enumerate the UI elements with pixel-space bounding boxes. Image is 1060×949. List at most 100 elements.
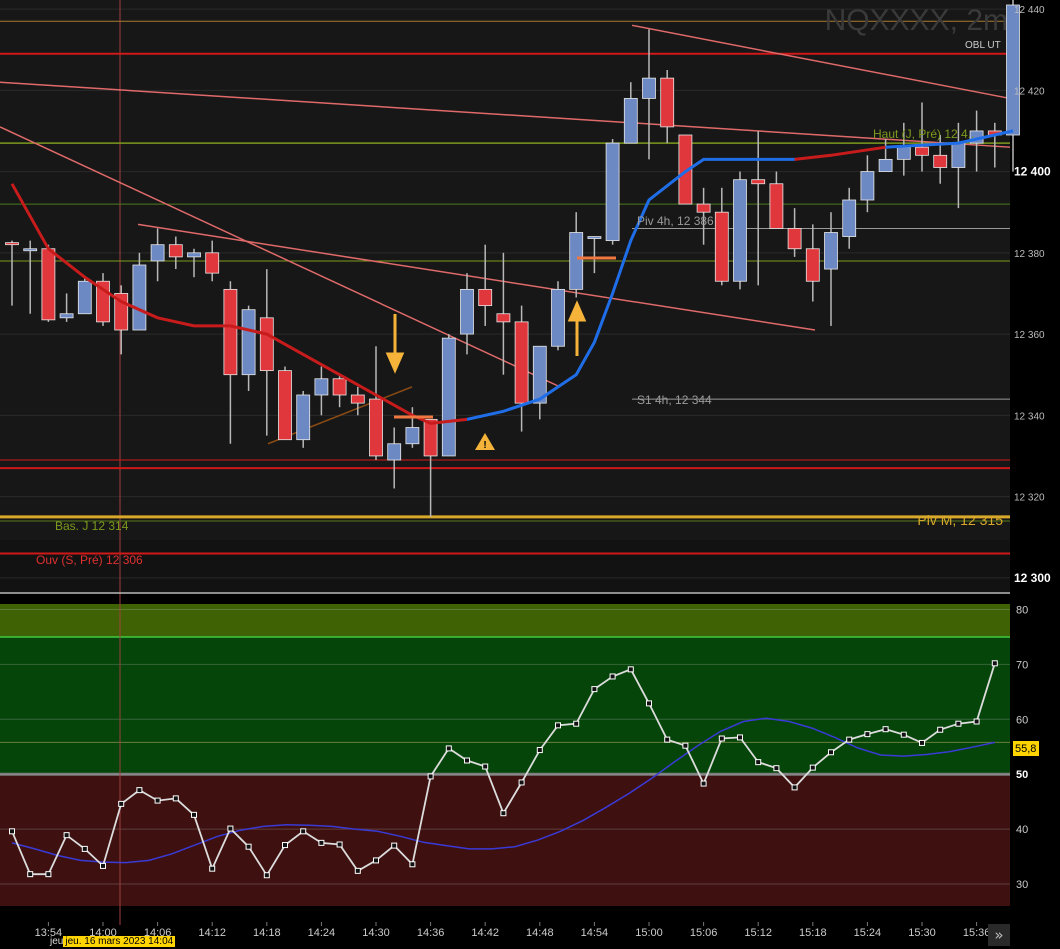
- candle-down: [933, 154, 948, 168]
- candle-down: [369, 398, 383, 457]
- rsi-point: [45, 871, 52, 878]
- candle-up: [623, 98, 638, 144]
- candle-down: [205, 252, 220, 274]
- candle-down: [496, 313, 511, 323]
- candle-down: [696, 203, 711, 213]
- price-tick-label: 12 340: [1014, 411, 1045, 422]
- rsi-point: [391, 842, 398, 849]
- candle-up: [296, 394, 311, 441]
- level-label-high-day: Haut (J, Pré) 12 4..: [873, 127, 974, 141]
- candle-down: [787, 228, 802, 250]
- candle-up: [150, 244, 165, 262]
- time-tick-label: 14:24: [308, 927, 336, 939]
- rsi-point: [209, 865, 216, 872]
- rsi-point: [828, 749, 834, 756]
- rsi-tick-label: 40: [1016, 824, 1028, 836]
- rsi-zone-bear: [0, 774, 1010, 906]
- candle-up: [587, 236, 602, 239]
- rsi-point: [172, 795, 179, 802]
- level-label-pivot-4h: Piv 4h, 12 386: [637, 214, 714, 228]
- candle-up: [860, 171, 875, 201]
- rsi-point: [864, 731, 871, 738]
- candle-down: [769, 183, 784, 229]
- candle-down: [168, 244, 183, 258]
- time-tick-label: 14:36: [417, 927, 445, 939]
- rsi-point: [955, 720, 962, 727]
- scroll-right-button[interactable]: »: [988, 924, 1010, 946]
- candle-up: [77, 280, 92, 315]
- rsi-point: [464, 757, 470, 764]
- level-label-pivot-month: Piv M, 12 315: [917, 512, 1003, 528]
- rsi-point: [900, 731, 907, 738]
- candle-up: [842, 199, 857, 237]
- rsi-point: [500, 810, 507, 817]
- candle-up: [23, 248, 38, 252]
- price-tick-label: 12 420: [1014, 86, 1045, 97]
- rsi-point: [846, 736, 853, 743]
- candle-up: [132, 264, 147, 331]
- time-tick-label: 14:42: [471, 927, 499, 939]
- rsi-tick-label: 50: [1016, 769, 1028, 781]
- rsi-point: [882, 726, 889, 733]
- candle-down: [660, 77, 675, 128]
- double-chevron-right-icon: »: [994, 926, 1004, 944]
- candle-up: [1006, 4, 1020, 136]
- candle-down: [5, 242, 19, 246]
- rsi-point: [664, 736, 671, 743]
- rsi-point: [81, 845, 88, 852]
- rsi-point: [536, 747, 543, 754]
- candle-up: [733, 179, 747, 282]
- rsi-point: [300, 828, 307, 835]
- price-tick-label: 12 300: [1014, 571, 1051, 585]
- rsi-value-tag: 55,8: [1015, 743, 1036, 755]
- candle-down: [915, 146, 929, 156]
- rsi-point: [555, 722, 561, 729]
- time-tick-label: 15:00: [635, 927, 663, 939]
- time-tick-label: 14:18: [253, 927, 281, 939]
- rsi-zones: [0, 604, 1010, 906]
- rsi-point: [282, 842, 288, 849]
- rsi-point: [427, 773, 434, 780]
- rsi-point: [154, 797, 161, 804]
- rsi-tick-label: 60: [1016, 714, 1028, 726]
- time-tick-label: 15:06: [690, 927, 718, 939]
- level-label-s1-4h: S1 4h, 12 344: [637, 393, 712, 407]
- rsi-point: [737, 734, 743, 741]
- rsi-point: [100, 862, 106, 869]
- date-prefix: jeu: [50, 936, 64, 947]
- level-label-low-day: Bas. J 12 314: [55, 519, 129, 533]
- candle-down: [350, 394, 365, 404]
- time-tick-label: 14:12: [198, 927, 226, 939]
- rsi-point: [191, 811, 197, 818]
- rsi-point: [27, 871, 34, 878]
- time-tick-label: 15:18: [799, 927, 827, 939]
- trading-chart[interactable]: ! 12 440 12 420 12 400 12 380 12 360 12 340 12…: [0, 0, 1060, 949]
- price-tick-label: 12 380: [1014, 249, 1045, 260]
- rsi-point: [518, 779, 525, 786]
- time-tick-label: 15:12: [744, 927, 772, 939]
- rsi-point: [773, 765, 780, 772]
- rsi-point: [919, 739, 925, 746]
- price-pane-bottom-band: [0, 540, 1010, 592]
- rsi-point: [791, 784, 798, 791]
- time-tick-label: 14:48: [526, 927, 554, 939]
- candle-up: [896, 146, 911, 160]
- candle-up: [878, 158, 893, 172]
- rsi-point: [718, 735, 725, 742]
- rsi-point: [318, 839, 325, 846]
- price-tick-label: 12 440: [1014, 5, 1045, 16]
- candle-up: [551, 288, 565, 347]
- price-tick-label: 12 360: [1014, 330, 1045, 341]
- candle-down: [478, 288, 493, 307]
- warning-icon-mark: !: [483, 440, 486, 451]
- symbol-title: NQXXXX, 2m: [825, 4, 1008, 37]
- level-label-open-session: Ouv (S, Pré) 12 306: [36, 553, 143, 567]
- rsi-point: [809, 764, 816, 771]
- candle-up: [460, 288, 474, 335]
- candle-down: [751, 179, 766, 185]
- price-tick-label: 12 400: [1014, 165, 1051, 179]
- rsi-point: [354, 867, 361, 874]
- rsi-point: [591, 686, 598, 693]
- rsi-point: [227, 825, 234, 832]
- candle-up: [387, 443, 402, 461]
